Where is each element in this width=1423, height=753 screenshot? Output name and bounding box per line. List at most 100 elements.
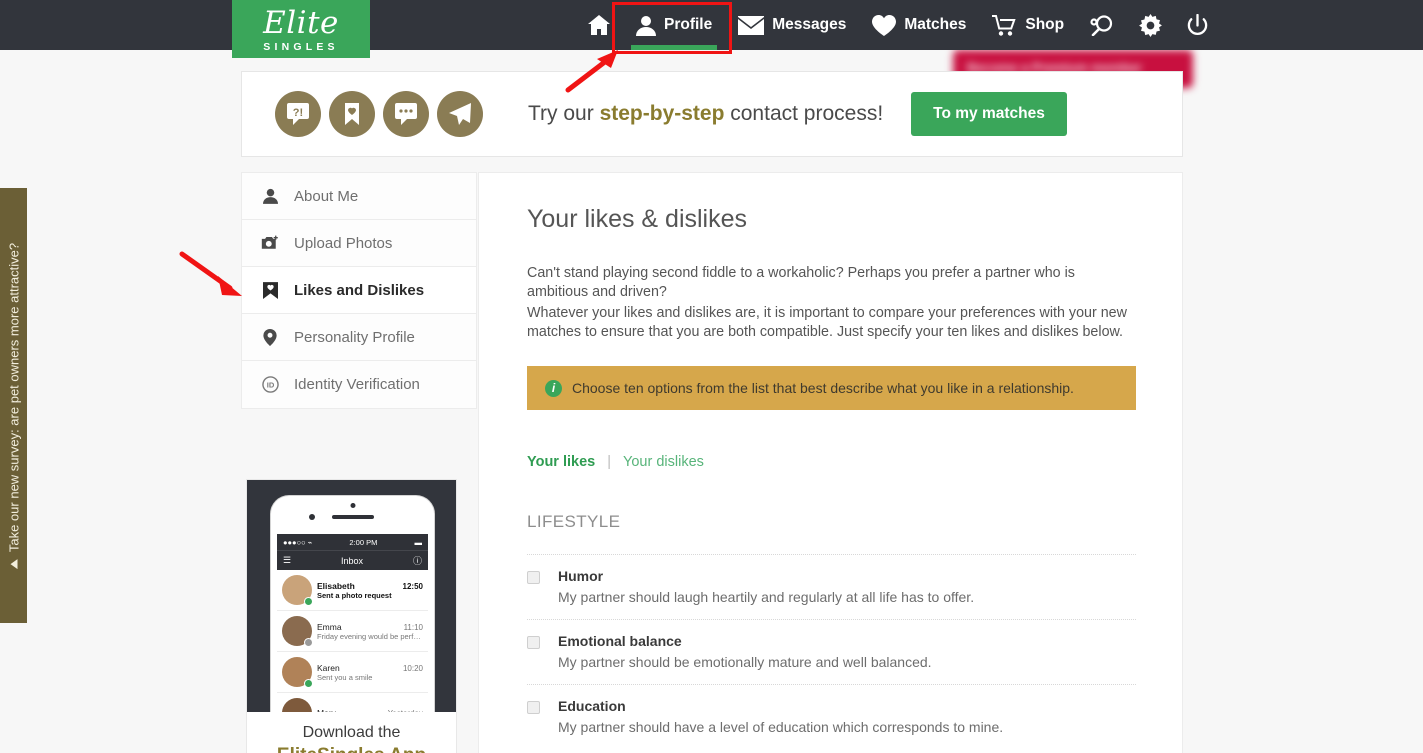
option-title: Humor bbox=[558, 568, 604, 584]
phone-message-preview: Friday evening would be perfect... bbox=[317, 631, 423, 641]
phone-status-time: 2:00 PM bbox=[349, 537, 378, 547]
info-icon: i bbox=[545, 379, 562, 397]
phone-message-name: Mary bbox=[317, 708, 336, 712]
nav-item-messages[interactable]: Messages bbox=[725, 0, 859, 50]
sidebar-item-personality-profile[interactable]: Personality Profile bbox=[242, 314, 476, 361]
phone-message-preview: Sent a photo request bbox=[317, 590, 392, 600]
envelope-icon bbox=[738, 15, 765, 35]
app-download-promo[interactable]: ●●●○○ ⌁ 2:00 PM ▬ ☰ Inbox ⓘ Elisabeth 12… bbox=[246, 479, 457, 753]
cart-icon bbox=[992, 14, 1017, 36]
option-title: Emotional balance bbox=[558, 633, 682, 649]
phone-message-header: Elisabeth 12:50 bbox=[317, 581, 423, 591]
phone-mockup: ●●●○○ ⌁ 2:00 PM ▬ ☰ Inbox ⓘ Elisabeth 12… bbox=[247, 480, 456, 712]
survey-tab-text: Take our new survey: are pet owners more… bbox=[6, 242, 21, 552]
phone-battery-icon: ▬ bbox=[414, 537, 423, 547]
phone-signal-icon: ●●●○○ ⌁ bbox=[283, 537, 313, 547]
nav-item-search-settings[interactable] bbox=[1077, 0, 1127, 50]
paper-plane-icon bbox=[437, 91, 483, 137]
nav-label-messages: Messages bbox=[772, 16, 847, 33]
person-icon bbox=[260, 188, 280, 204]
option-row[interactable]: Emotional balance My partner should be e… bbox=[527, 619, 1136, 684]
phone-message-time: 10:20 bbox=[402, 663, 423, 673]
info-circle-icon: ⓘ bbox=[412, 556, 422, 566]
phone-status-bar: ●●●○○ ⌁ 2:00 PM ▬ bbox=[277, 534, 428, 550]
nav-item-matches[interactable]: Matches bbox=[859, 0, 979, 50]
option-row[interactable]: Education My partner should have a level… bbox=[527, 684, 1136, 749]
page-shell: Become a Premium member ?! Try our step-… bbox=[240, 50, 1193, 753]
main-nav: Profile Messages Matches Shop bbox=[575, 0, 1221, 50]
person-icon bbox=[636, 15, 656, 36]
sidebar-item-likes-and-dislikes[interactable]: Likes and Dislikes bbox=[242, 267, 476, 314]
option-text: Emotional balance My partner should be e… bbox=[558, 633, 932, 670]
phone-message-meta: Elisabeth 12:50 Sent a photo request bbox=[317, 581, 423, 600]
offline-status-dot bbox=[304, 638, 313, 647]
cp-prefix: Try our bbox=[528, 102, 600, 125]
phone-body: ●●●○○ ⌁ 2:00 PM ▬ ☰ Inbox ⓘ Elisabeth 12… bbox=[271, 496, 434, 712]
info-alert-box: i Choose ten options from the list that … bbox=[527, 366, 1136, 410]
option-text: Humor My partner should laugh heartily a… bbox=[558, 568, 974, 605]
section-header-lifestyle: LIFESTYLE bbox=[527, 512, 621, 531]
top-navigation-bar: Elite SINGLES Profile Messages Matches S… bbox=[0, 0, 1423, 58]
option-checkbox[interactable] bbox=[527, 701, 540, 714]
phone-message-time: 12:50 bbox=[402, 581, 423, 591]
nav-item-profile[interactable]: Profile bbox=[623, 0, 725, 50]
online-status-dot bbox=[304, 679, 313, 688]
nav-item-home[interactable] bbox=[575, 0, 623, 50]
likes-dislikes-tabs: Your likes | Your dislikes bbox=[527, 454, 1136, 470]
option-checkbox[interactable] bbox=[527, 571, 540, 584]
hamburger-icon: ☰ bbox=[283, 555, 292, 565]
ellipsis-bubble-icon bbox=[383, 91, 429, 137]
sidebar-label-likes-and-dislikes: Likes and Dislikes bbox=[294, 281, 425, 299]
sidebar-label-identity-verification: Identity Verification bbox=[294, 376, 420, 393]
nav-item-logout[interactable] bbox=[1174, 0, 1221, 50]
survey-tab-inner: Take our new survey: are pet owners more… bbox=[6, 242, 21, 569]
phone-message-header: Karen 10:20 bbox=[317, 663, 423, 673]
option-title: Education bbox=[558, 698, 626, 714]
nav-label-matches: Matches bbox=[904, 16, 967, 33]
option-description: My partner should have a level of educat… bbox=[558, 719, 1004, 735]
logo-wordmark: Elite bbox=[263, 4, 339, 41]
bookmark-heart-icon bbox=[329, 91, 375, 137]
avatar bbox=[282, 657, 313, 688]
profile-menu: About Me Upload Photos Likes and Dislike… bbox=[241, 172, 477, 409]
phone-message-time: 11:10 bbox=[403, 622, 423, 632]
tab-your-likes[interactable]: Your likes bbox=[527, 454, 595, 470]
contact-process-text: Try our step-by-step contact process! bbox=[528, 102, 883, 126]
phone-message-name: Elisabeth bbox=[317, 580, 355, 591]
phone-message-row: Emma 11:10 Friday evening would be perfe… bbox=[277, 611, 428, 652]
nav-item-shop[interactable]: Shop bbox=[979, 0, 1077, 50]
phone-message-header: Emma 11:10 bbox=[317, 622, 423, 632]
elitesingles-logo[interactable]: Elite SINGLES bbox=[232, 0, 370, 58]
phone-message-row: Elisabeth 12:50 Sent a photo request bbox=[277, 570, 428, 611]
option-checkbox[interactable] bbox=[527, 636, 540, 649]
option-description: My partner should laugh heartily and reg… bbox=[558, 589, 975, 605]
app-promo-text: Download the EliteSingles App for iPhone bbox=[247, 712, 456, 753]
option-text: Education My partner should have a level… bbox=[558, 698, 1003, 735]
phone-message-meta: Karen 10:20 Sent you a smile bbox=[317, 663, 423, 682]
camera-plus-icon bbox=[260, 235, 280, 251]
cp-suffix: contact process! bbox=[724, 102, 884, 125]
likes-dislikes-panel: Your likes & dislikes Can't stand playin… bbox=[478, 172, 1183, 753]
logo-subtitle: SINGLES bbox=[263, 40, 339, 53]
option-row[interactable]: Humor My partner should laugh heartily a… bbox=[527, 554, 1136, 619]
sidebar-item-about-me[interactable]: About Me bbox=[242, 173, 476, 220]
to-my-matches-button[interactable]: To my matches bbox=[911, 92, 1067, 136]
phone-message-header: Mary Yesterday bbox=[317, 708, 423, 712]
sidebar-item-upload-photos[interactable]: Upload Photos bbox=[242, 220, 476, 267]
nav-item-settings[interactable] bbox=[1127, 0, 1174, 50]
contact-process-banner: ?! Try our step-by-step contact process!… bbox=[241, 71, 1183, 157]
avatar bbox=[282, 698, 312, 712]
sidebar-item-identity-verification[interactable]: ID Identity Verification bbox=[242, 361, 476, 408]
cp-bold: step-by-step bbox=[599, 102, 725, 125]
survey-side-tab[interactable]: Take our new survey: are pet owners more… bbox=[0, 188, 27, 623]
phone-message-row: Karen 10:20 Sent you a smile bbox=[277, 652, 428, 693]
tab-separator: | bbox=[607, 454, 612, 470]
phone-sensor-dot bbox=[350, 503, 355, 508]
id-badge-icon: ID bbox=[260, 376, 280, 393]
question-bubble-icon: ?! bbox=[275, 91, 321, 137]
triangle-icon bbox=[10, 558, 17, 569]
app-promo-line1: Download the bbox=[302, 724, 401, 741]
profile-sidebar: About Me Upload Photos Likes and Dislike… bbox=[241, 172, 477, 753]
tab-your-dislikes[interactable]: Your dislikes bbox=[623, 454, 704, 470]
avatar bbox=[282, 616, 313, 647]
